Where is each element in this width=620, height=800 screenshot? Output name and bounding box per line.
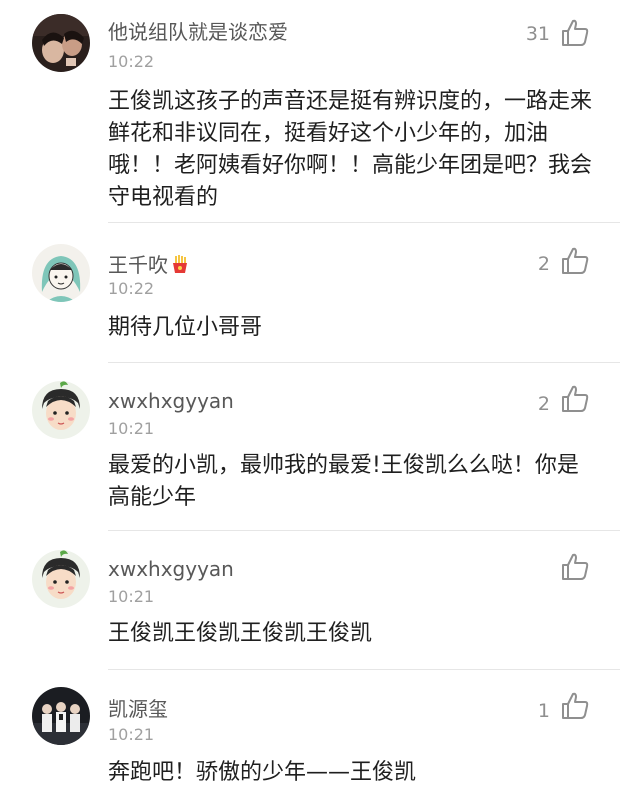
comment-item: 王千吹 10:22 2 期待几位小哥哥 bbox=[0, 222, 620, 362]
like-count: 2 bbox=[537, 253, 550, 275]
comment-text: 王俊凯这孩子的声音还是挺有辨识度的，一路走来鲜花和非议同在，挺看好这个小少年的，… bbox=[108, 89, 593, 210]
avatar[interactable] bbox=[32, 14, 90, 72]
username[interactable]: 王千吹 bbox=[108, 249, 190, 278]
username-text: 王千吹 bbox=[108, 253, 168, 277]
fries-emoji-icon bbox=[173, 255, 187, 273]
username[interactable]: xwxhxgyyan bbox=[108, 389, 234, 413]
avatar[interactable] bbox=[32, 687, 90, 745]
timestamp: 10:22 bbox=[108, 52, 155, 71]
like-count: 1 bbox=[537, 700, 550, 722]
avatar[interactable] bbox=[32, 550, 90, 608]
timestamp: 10:21 bbox=[108, 419, 155, 438]
comment-item: xwxhxgyyan 10:21 2 最爱的小凯，最帅我的最爱!王俊凯么么哒！你… bbox=[0, 362, 620, 532]
comment-text: 期待几位小哥哥 bbox=[108, 315, 263, 340]
username[interactable]: 他说组队就是谈恋爱 bbox=[108, 16, 288, 45]
username[interactable]: 凯源玺 bbox=[108, 693, 168, 722]
thumbs-up-icon[interactable] bbox=[560, 691, 590, 721]
comment-item: xwxhxgyyan 10:21 王俊凯王俊凯王俊凯王俊凯 bbox=[0, 530, 620, 670]
comment-text: 奔跑吧！骄傲的少年——王俊凯 bbox=[108, 760, 417, 785]
thumbs-up-icon[interactable] bbox=[560, 246, 590, 276]
username[interactable]: xwxhxgyyan bbox=[108, 557, 234, 581]
thumbs-up-icon[interactable] bbox=[560, 552, 590, 582]
like-count: 31 bbox=[525, 23, 550, 45]
thumbs-up-icon[interactable] bbox=[560, 18, 590, 48]
timestamp: 10:21 bbox=[108, 725, 155, 744]
comment-item: 凯源玺 10:21 1 奔跑吧！骄傲的少年——王俊凯 bbox=[0, 669, 620, 800]
thumbs-up-icon[interactable] bbox=[560, 384, 590, 414]
timestamp: 10:22 bbox=[108, 279, 155, 298]
timestamp: 10:21 bbox=[108, 587, 155, 606]
avatar[interactable] bbox=[32, 381, 90, 439]
comment-item: 他说组队就是谈恋爱 10:22 31 王俊凯这孩子的声音还是挺有辨识度的，一路走… bbox=[0, 0, 620, 230]
avatar[interactable] bbox=[32, 244, 90, 302]
comment-text: 王俊凯王俊凯王俊凯王俊凯 bbox=[108, 621, 373, 646]
like-count: 2 bbox=[537, 393, 550, 415]
comment-text: 最爱的小凯，最帅我的最爱!王俊凯么么哒！你是高能少年 bbox=[108, 453, 579, 510]
